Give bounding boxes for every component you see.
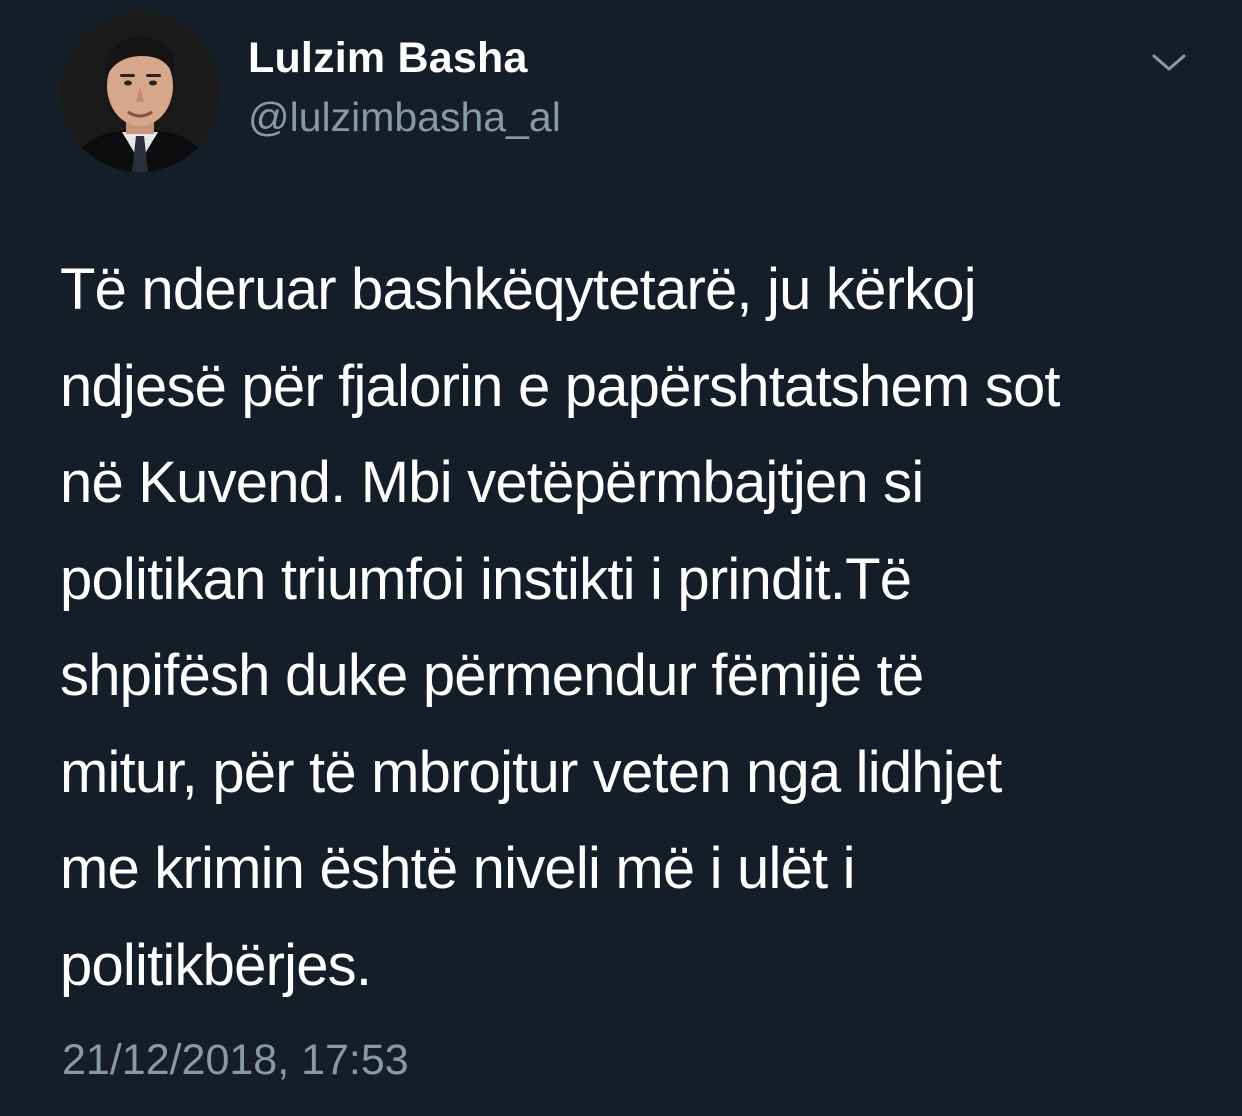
tweet-text-line: ndjesë për fjalorin e papërshtatshem sot [60, 353, 1061, 419]
tweet-text-line: politikbërjes. [60, 932, 372, 998]
tweet-text-line: me krimin është niveli më i ulët i [60, 836, 856, 901]
tweet-menu-button[interactable] [1148, 44, 1190, 80]
avatar[interactable] [60, 12, 220, 172]
tweet-timestamp[interactable]: 21/12/2018, 17:53 [62, 1036, 409, 1085]
author-display-name[interactable]: Lulzim Basha [248, 34, 528, 83]
avatar-portrait-icon [60, 12, 220, 172]
tweet-text-line: shpifësh duke përmendur fëmijë të [60, 643, 924, 708]
author-handle[interactable]: @lulzimbasha_al [248, 94, 561, 141]
tweet-text-line: mitur, për të mbrojtur veten nga lidhjet [60, 739, 1002, 805]
tweet-card: Lulzim Basha @lulzimbasha_al Të nderuar … [0, 0, 1242, 1116]
tweet-text: Të nderuar bashkëqytetarë, ju kërkoj ndj… [60, 242, 1220, 1014]
tweet-text-line: në Kuvend. Mbi vetëpërmbajtjen si [60, 450, 924, 515]
chevron-down-icon [1152, 54, 1186, 71]
tweet-text-line: politikan triumfoi instikti i prindit.Të [60, 546, 912, 612]
tweet-text-line: Të nderuar bashkëqytetarë, ju kërkoj [60, 257, 977, 322]
